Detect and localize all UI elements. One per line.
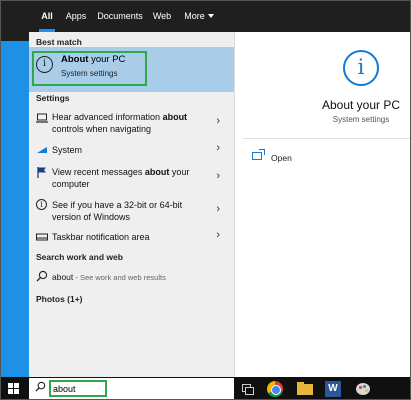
- chevron-right-icon[interactable]: ›: [216, 142, 220, 154]
- best-match-subtitle: System settings: [61, 69, 118, 78]
- windows-start-search: All Apps Documents Web More Best match i…: [0, 0, 411, 400]
- label-part-post: your: [169, 167, 190, 177]
- info-icon: i: [343, 50, 379, 86]
- taskbar-icon: [36, 231, 48, 243]
- settings-header: Settings: [36, 93, 70, 103]
- label-line2: version of Windows: [52, 212, 131, 222]
- preview-subtitle: System settings: [332, 115, 390, 124]
- best-match-title-bold: About: [61, 54, 89, 65]
- chevron-right-icon[interactable]: ›: [216, 229, 220, 241]
- chevron-right-icon[interactable]: ›: [216, 170, 220, 182]
- label-part: See if you have a 32-bit or 64-bit: [52, 200, 183, 210]
- settings-system-icon: [36, 144, 48, 156]
- label-part: View recent messages: [52, 167, 145, 177]
- flag-icon: [36, 166, 48, 178]
- settings-item-label: Taskbar notification area: [52, 232, 150, 242]
- web-search-query: about: [52, 272, 74, 282]
- tab-apps[interactable]: Apps: [63, 1, 89, 32]
- tab-all[interactable]: All: [35, 1, 59, 32]
- preview-title: About your PC: [321, 98, 401, 112]
- tab-web[interactable]: Web: [150, 1, 174, 32]
- chevron-down-icon: [207, 14, 214, 18]
- web-search-label: about - See work and web results: [52, 271, 217, 284]
- chrome-icon[interactable]: [267, 381, 283, 397]
- search-scope-tabs: All Apps Documents Web More: [29, 1, 410, 32]
- settings-item-label: Hear advanced information about controls …: [52, 111, 217, 135]
- label-bold: about: [162, 112, 188, 122]
- word-icon[interactable]: W: [325, 381, 341, 397]
- label-line2: computer: [52, 179, 90, 189]
- desktop-edge: [1, 1, 29, 41]
- label-line2: controls when navigating: [52, 124, 152, 134]
- tab-more-label: More: [184, 11, 205, 21]
- taskbar: W: [1, 377, 410, 399]
- task-view-icon[interactable]: [240, 381, 256, 397]
- laptop-icon: [36, 112, 48, 124]
- settings-item-label: View recent messages about your computer: [52, 166, 217, 190]
- search-icon: [35, 381, 46, 395]
- info-icon: i: [36, 56, 53, 73]
- preview-pane: i About your PC System settings Open: [234, 32, 410, 377]
- open-label: Open: [271, 153, 292, 163]
- label-part: Hear advanced information: [52, 112, 163, 122]
- best-match-title-rest: your PC: [88, 54, 126, 65]
- search-icon: [36, 270, 48, 282]
- search-work-web-header: Search work and web: [36, 252, 123, 262]
- file-explorer-icon[interactable]: [297, 381, 313, 397]
- tab-documents[interactable]: Documents: [95, 1, 145, 32]
- web-search-suggestion[interactable]: about - See work and web results: [29, 269, 234, 285]
- settings-item-system[interactable]: System ›: [29, 142, 234, 159]
- web-search-suffix: - See work and web results: [73, 273, 166, 282]
- tab-documents-label: Documents: [97, 11, 143, 21]
- tab-more[interactable]: More: [181, 1, 217, 32]
- desktop-background: [1, 1, 29, 377]
- tab-web-label: Web: [152, 11, 172, 21]
- tab-all-label: All: [41, 11, 53, 21]
- settings-item-label: See if you have a 32-bit or 64-bit versio…: [52, 199, 217, 223]
- settings-item-label: System: [52, 145, 83, 155]
- label-bold: about: [144, 167, 170, 177]
- settings-item-hear-advanced-info[interactable]: Hear advanced information about controls …: [29, 110, 234, 138]
- settings-item-taskbar-notification[interactable]: Taskbar notification area ›: [29, 229, 234, 246]
- settings-item-recent-messages[interactable]: View recent messages about your computer …: [29, 165, 234, 193]
- divider: [243, 138, 410, 139]
- paint-icon[interactable]: [355, 381, 371, 397]
- settings-item-32-64-bit[interactable]: i See if you have a 32-bit or 64-bit vers…: [29, 198, 234, 226]
- chevron-right-icon[interactable]: ›: [216, 203, 220, 215]
- windows-start-icon[interactable]: [8, 383, 19, 394]
- taskbar-search-box[interactable]: [29, 378, 234, 399]
- info-icon: i: [36, 199, 47, 210]
- chevron-right-icon[interactable]: ›: [216, 115, 220, 127]
- best-match-header: Best match: [36, 37, 82, 47]
- results-list: Best match i About your PC System settin…: [29, 32, 234, 377]
- best-match-title: About your PC: [61, 54, 125, 65]
- search-input[interactable]: [49, 380, 107, 397]
- open-window-icon: [252, 149, 265, 160]
- photos-header[interactable]: Photos (1+): [36, 294, 83, 304]
- tab-apps-label: Apps: [65, 11, 87, 21]
